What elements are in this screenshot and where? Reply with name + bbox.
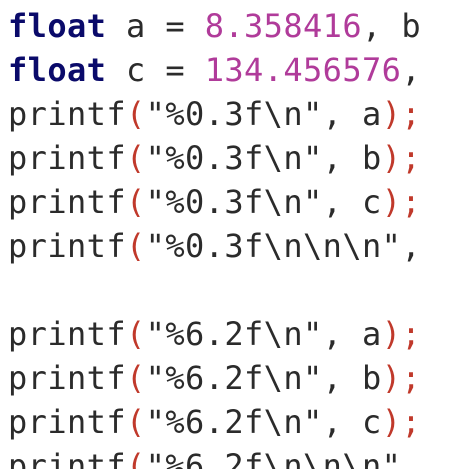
code-line-1: float a = 8.358416, b	[8, 4, 421, 48]
comma: ,	[322, 139, 343, 177]
open-paren: (	[126, 183, 146, 221]
semicolon: ;	[401, 315, 422, 353]
comma: ,	[322, 95, 343, 133]
open-paren: (	[126, 227, 146, 265]
comma: ,	[401, 227, 421, 265]
code-line-8: printf("%6.2f\n", a);	[8, 312, 421, 356]
function-name: printf	[8, 183, 126, 221]
open-paren: (	[126, 315, 146, 353]
open-paren: (	[126, 95, 146, 133]
open-paren: (	[126, 403, 146, 441]
code-line-11: printf("%6.2f\n\n\n"	[8, 444, 401, 469]
line-tail: ,	[401, 51, 422, 89]
function-name: printf	[8, 227, 126, 265]
format-string: "%6.2f\n"	[145, 315, 323, 353]
code-line-5: printf("%0.3f\n", c);	[8, 180, 421, 224]
assign-operator: =	[165, 7, 186, 45]
semicolon: ;	[401, 183, 422, 221]
code-editor[interactable]: float a = 8.358416, b float c = 134.4565…	[0, 0, 469, 469]
semicolon: ;	[401, 359, 422, 397]
close-paren: )	[381, 183, 402, 221]
number-literal: 8.358416	[204, 7, 363, 45]
comma: ,	[322, 183, 343, 221]
function-name: printf	[8, 315, 126, 353]
argument: b	[362, 139, 382, 177]
function-name: printf	[8, 139, 126, 177]
code-line-3: printf("%0.3f\n", a);	[8, 92, 421, 136]
argument: a	[362, 95, 382, 133]
format-string: "%0.3f\n"	[145, 95, 323, 133]
argument: b	[362, 359, 382, 397]
function-name: printf	[8, 359, 126, 397]
variable-name: c	[126, 51, 146, 89]
semicolon: ;	[401, 95, 422, 133]
assign-operator: =	[165, 51, 186, 89]
format-string: "%6.2f\n\n\n"	[145, 447, 402, 469]
open-paren: (	[126, 139, 146, 177]
argument: c	[362, 403, 382, 441]
close-paren: )	[381, 359, 402, 397]
close-paren: )	[381, 139, 402, 177]
code-line-6: printf("%0.3f\n\n\n",	[8, 224, 421, 268]
format-string: "%0.3f\n"	[145, 183, 323, 221]
function-name: printf	[8, 95, 126, 133]
comma: ,	[322, 359, 343, 397]
format-string: "%0.3f\n"	[145, 139, 323, 177]
code-line-9: printf("%6.2f\n", b);	[8, 356, 421, 400]
code-line-10: printf("%6.2f\n", c);	[8, 400, 421, 444]
format-string: "%0.3f\n\n\n"	[145, 227, 402, 265]
argument: c	[362, 183, 382, 221]
code-line-2: float c = 134.456576,	[8, 48, 421, 92]
close-paren: )	[381, 315, 402, 353]
line-tail: , b	[362, 7, 422, 45]
close-paren: )	[381, 95, 402, 133]
keyword-float: float	[8, 7, 107, 45]
variable-name: a	[126, 7, 146, 45]
semicolon: ;	[401, 139, 422, 177]
number-literal: 134.456576	[204, 51, 402, 89]
format-string: "%6.2f\n"	[145, 403, 323, 441]
argument: a	[362, 315, 382, 353]
open-paren: (	[126, 359, 146, 397]
comma: ,	[322, 315, 343, 353]
function-name: printf	[8, 403, 126, 441]
semicolon: ;	[401, 403, 422, 441]
code-line-4: printf("%0.3f\n", b);	[8, 136, 421, 180]
function-name: printf	[8, 447, 126, 469]
keyword-float: float	[8, 51, 107, 89]
comma: ,	[322, 403, 343, 441]
format-string: "%6.2f\n"	[145, 359, 323, 397]
open-paren: (	[126, 447, 146, 469]
close-paren: )	[381, 403, 402, 441]
